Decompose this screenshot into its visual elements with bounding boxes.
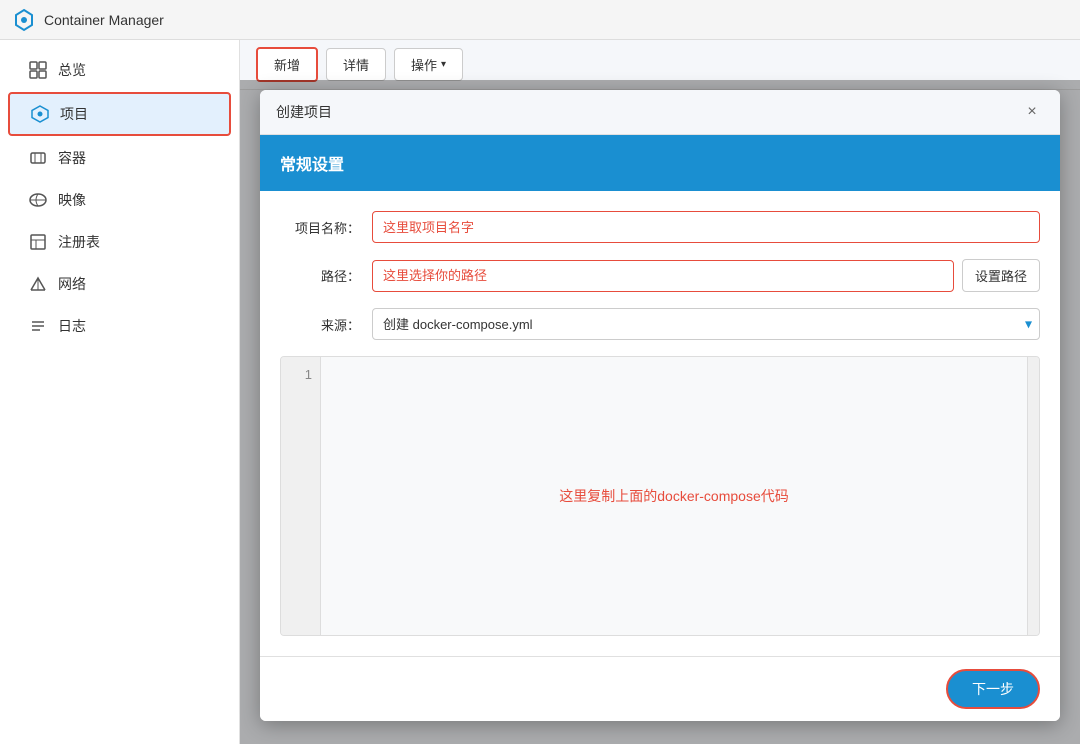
project-name-label: 项目名称： <box>280 218 360 237</box>
title-bar: Container Manager <box>0 0 1080 40</box>
sidebar-item-registry[interactable]: 注册表 <box>8 222 231 262</box>
sidebar-item-project[interactable]: 项目 <box>8 92 231 136</box>
create-project-dialog: 创建项目 × 常规设置 项目名称： 路径： 设置路径 <box>260 90 1060 721</box>
path-label: 路径： <box>280 266 360 285</box>
dialog-footer: 下一步 <box>260 656 1060 721</box>
next-button[interactable]: 下一步 <box>946 669 1040 709</box>
path-row: 路径： 设置路径 <box>280 259 1040 292</box>
line-numbers: 1 <box>281 357 321 635</box>
dialog-header: 常规设置 <box>260 135 1060 191</box>
sidebar-item-network-label: 网络 <box>58 274 86 294</box>
sidebar-item-image[interactable]: 映像 <box>8 180 231 220</box>
set-path-button[interactable]: 设置路径 <box>962 259 1040 292</box>
action-button[interactable]: 操作 ▾ <box>394 48 463 81</box>
path-input-group: 设置路径 <box>372 259 1040 292</box>
action-button-label: 操作 <box>411 55 437 74</box>
line-num-1: 1 <box>281 365 320 385</box>
code-placeholder: 这里复制上面的docker-compose代码 <box>559 486 789 506</box>
registry-icon <box>28 232 48 252</box>
log-icon <box>28 316 48 336</box>
sidebar-item-image-label: 映像 <box>58 190 86 210</box>
code-editor[interactable]: 1 这里复制上面的docker-compose代码 <box>280 356 1040 636</box>
dialog-section-title: 常规设置 <box>280 157 344 174</box>
dialog-body: 项目名称： 路径： 设置路径 来源： 创建 docker <box>260 191 1060 656</box>
close-button[interactable]: × <box>1020 100 1044 124</box>
app-title: Container Manager <box>44 12 164 28</box>
chevron-down-icon: ▾ <box>441 59 446 70</box>
project-name-input[interactable] <box>372 211 1040 243</box>
dialog-title: 创建项目 <box>276 102 332 122</box>
sidebar-item-network[interactable]: 网络 <box>8 264 231 304</box>
project-name-row: 项目名称： <box>280 211 1040 243</box>
path-input[interactable] <box>372 260 954 292</box>
source-label: 来源： <box>280 315 360 334</box>
scrollbar[interactable] <box>1027 357 1039 635</box>
code-content-area[interactable]: 这里复制上面的docker-compose代码 <box>321 357 1027 635</box>
source-select[interactable]: 创建 docker-compose.yml 上传 docker-compose.… <box>372 308 1040 340</box>
sidebar-item-registry-label: 注册表 <box>58 232 100 252</box>
container-icon <box>28 148 48 168</box>
add-button[interactable]: 新增 <box>256 47 318 82</box>
project-icon <box>30 104 50 124</box>
app-icon <box>12 8 36 32</box>
sidebar-item-log[interactable]: 日志 <box>8 306 231 346</box>
dialog-overlay: 创建项目 × 常规设置 项目名称： 路径： 设置路径 <box>240 80 1080 744</box>
network-icon <box>28 274 48 294</box>
source-row: 来源： 创建 docker-compose.yml 上传 docker-comp… <box>280 308 1040 340</box>
sidebar-item-container-label: 容器 <box>58 148 86 168</box>
image-icon <box>28 190 48 210</box>
overview-icon <box>28 60 48 80</box>
sidebar-item-project-label: 项目 <box>60 104 88 124</box>
detail-button[interactable]: 详情 <box>326 48 386 81</box>
sidebar-item-log-label: 日志 <box>58 316 86 336</box>
source-select-wrapper: 创建 docker-compose.yml 上传 docker-compose.… <box>372 308 1040 340</box>
sidebar-item-overview[interactable]: 总览 <box>8 50 231 90</box>
sidebar-item-container[interactable]: 容器 <box>8 138 231 178</box>
sidebar-item-overview-label: 总览 <box>58 60 86 80</box>
sidebar: 总览 项目 容器 <box>0 40 240 744</box>
dialog-titlebar: 创建项目 × <box>260 90 1060 135</box>
